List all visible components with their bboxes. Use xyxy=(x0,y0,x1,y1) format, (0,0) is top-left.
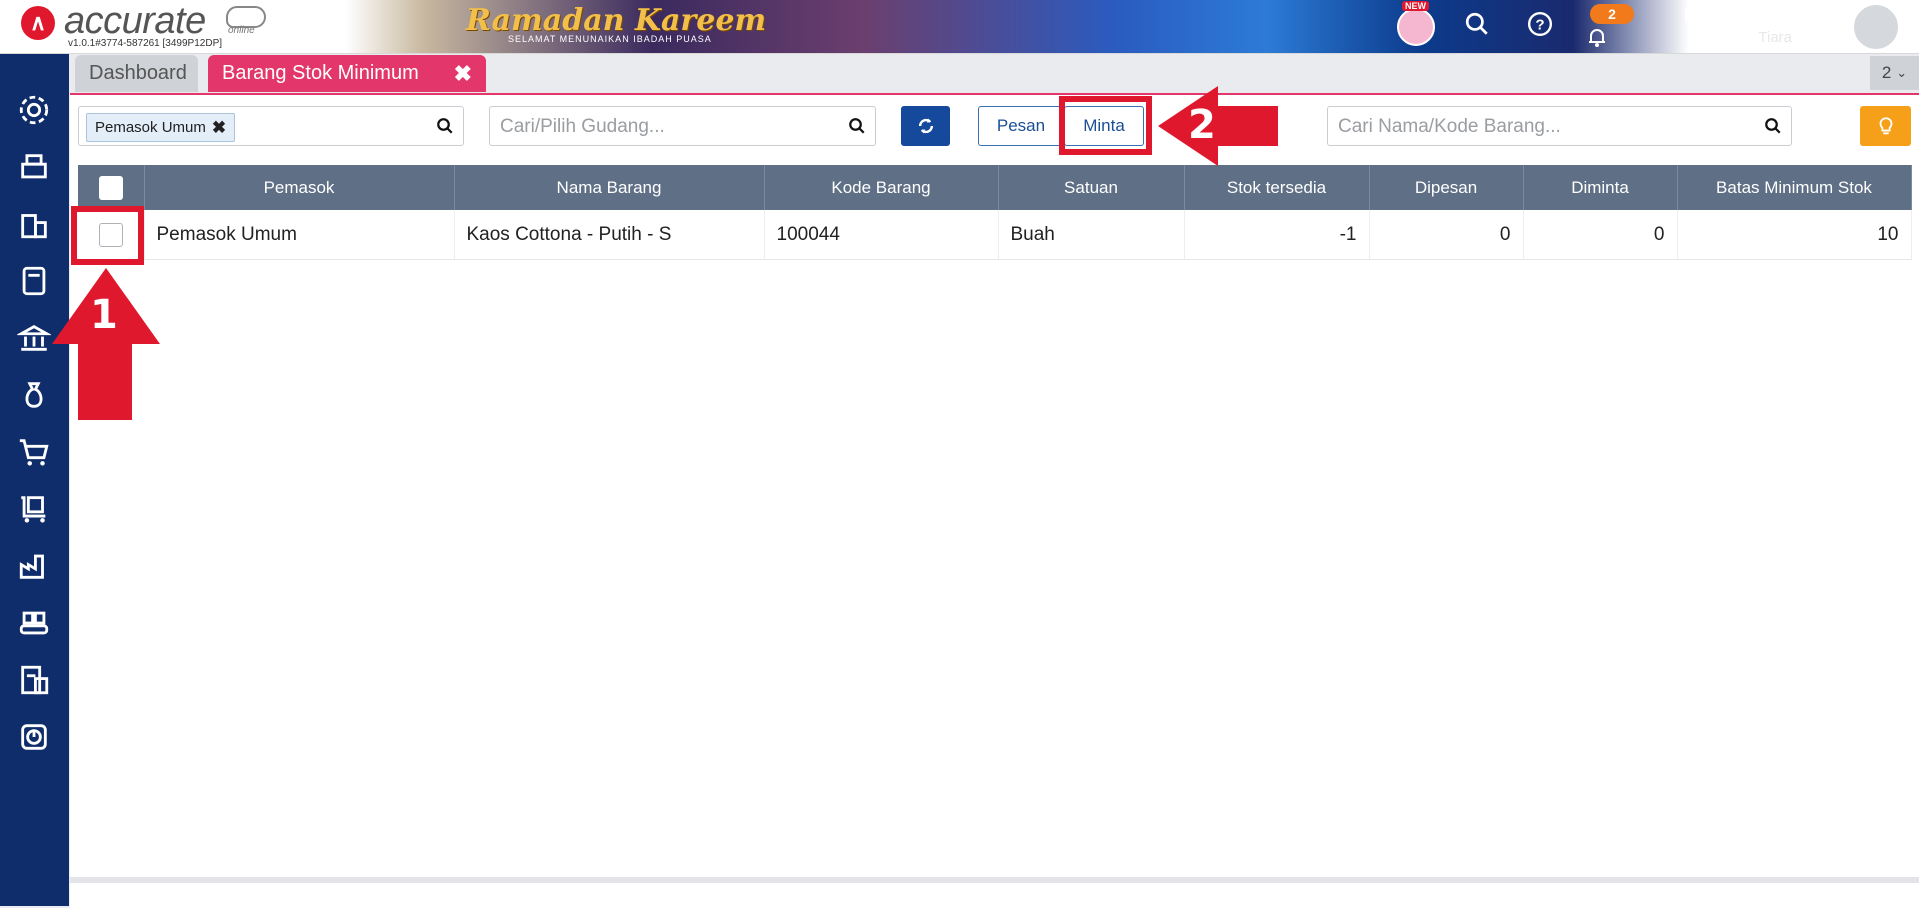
column-header[interactable]: Nama Barang xyxy=(454,165,765,210)
table-cell: Kaos Cottona - Putih - S xyxy=(454,210,765,260)
table-header-row: Pemasok Nama Barang Kode Barang Satuan S… xyxy=(78,165,1912,210)
banner-subtitle: SELAMAT MENUNAIKAN IBADAH PUASA xyxy=(508,34,712,44)
annotation-highlight-checkbox xyxy=(71,206,144,265)
printer-icon[interactable] xyxy=(14,147,54,187)
close-icon[interactable]: ✖ xyxy=(454,61,472,87)
table-cell: 100044 xyxy=(764,210,999,260)
search-icon[interactable] xyxy=(848,117,866,135)
annotation-step-2: 2 xyxy=(1188,102,1216,148)
svg-text:?: ? xyxy=(1535,16,1544,33)
column-header[interactable]: Stok tersedia xyxy=(1184,165,1370,210)
assistant-avatar-icon[interactable] xyxy=(1397,8,1435,46)
select-all-checkbox[interactable] xyxy=(98,175,123,200)
annotation-arrow-left-icon xyxy=(1158,86,1278,166)
help-icon[interactable]: ? xyxy=(1525,9,1555,39)
money-bag-icon[interactable] xyxy=(14,375,54,415)
bell-icon[interactable] xyxy=(1582,22,1612,52)
report-icon[interactable] xyxy=(14,717,54,757)
chevron-down-icon: ⌄ xyxy=(1896,65,1908,80)
item-search-input[interactable]: Cari Nama/Kode Barang... xyxy=(1327,106,1792,146)
select-all-cell[interactable] xyxy=(78,165,145,210)
supplier-filter-input[interactable]: Pemasok Umum ✖ xyxy=(78,106,464,146)
user-name: Tiara xyxy=(1758,29,1792,46)
tax-icon[interactable] xyxy=(14,660,54,700)
settings-icon[interactable] xyxy=(14,90,54,130)
new-badge: NEW xyxy=(1402,1,1429,11)
top-header: ∧ accurate online v1.0.1#3774-587261 [34… xyxy=(0,0,1919,54)
horizontal-scrollbar[interactable] xyxy=(70,877,1919,883)
conveyor-icon[interactable] xyxy=(14,603,54,643)
warehouse-search-input[interactable]: Cari/Pilih Gudang... xyxy=(489,106,876,146)
table-row[interactable]: Pemasok Umum Kaos Cottona - Putih - S 10… xyxy=(78,210,1912,260)
column-header[interactable]: Pemasok xyxy=(144,165,455,210)
table-cell: 0 xyxy=(1523,210,1678,260)
table-cell: 10 xyxy=(1677,210,1912,260)
bank-icon[interactable] xyxy=(14,318,54,358)
factory-icon[interactable] xyxy=(14,546,54,586)
remove-chip-icon[interactable]: ✖ xyxy=(212,118,226,138)
refresh-icon xyxy=(918,118,933,134)
pesan-button[interactable]: Pesan xyxy=(978,106,1064,146)
search-icon[interactable] xyxy=(1462,9,1492,39)
column-header[interactable]: Satuan xyxy=(998,165,1185,210)
book-icon[interactable] xyxy=(14,261,54,301)
banner-title: Ramadan Kareem xyxy=(466,3,767,38)
shop-cart-icon[interactable] xyxy=(14,489,54,529)
chevron-down-icon[interactable]: ▾ xyxy=(1903,16,1909,30)
column-header[interactable]: Dipesan xyxy=(1369,165,1524,210)
building-icon[interactable] xyxy=(14,204,54,244)
main-panel: Pemasok Umum ✖ Cari/Pilih Gudang... Pesa… xyxy=(70,93,1919,908)
lightbulb-icon xyxy=(1879,117,1892,135)
warehouse-placeholder: Cari/Pilih Gudang... xyxy=(500,116,665,137)
logo-subtext: online xyxy=(228,25,255,36)
refresh-button[interactable] xyxy=(901,106,950,146)
user-avatar[interactable] xyxy=(1852,3,1900,51)
minimum-stock-table: Pemasok Nama Barang Kode Barang Satuan S… xyxy=(78,165,1912,260)
table-cell: Pemasok Umum xyxy=(144,210,455,260)
tips-button[interactable] xyxy=(1860,106,1911,146)
notification-count-badge: 2 xyxy=(1590,4,1634,24)
company-name[interactable]: Fifi Fashion xyxy=(1683,4,1792,28)
supplier-chip-label: Pemasok Umum xyxy=(95,119,206,136)
column-header[interactable]: Kode Barang xyxy=(764,165,999,210)
tab-label: Dashboard xyxy=(89,62,187,84)
table-cell: -1 xyxy=(1184,210,1370,260)
tab-counter-value: 2 xyxy=(1881,63,1892,82)
tab-counter-dropdown[interactable]: 2 ⌄ xyxy=(1870,56,1919,90)
item-search-placeholder: Cari Nama/Kode Barang... xyxy=(1338,116,1561,137)
table-cell: 0 xyxy=(1369,210,1524,260)
cart-icon[interactable] xyxy=(14,432,54,472)
annotation-highlight-minta xyxy=(1059,96,1152,155)
column-header[interactable]: Batas Minimum Stok xyxy=(1677,165,1912,210)
column-header[interactable]: Diminta xyxy=(1523,165,1678,210)
sidebar xyxy=(0,54,69,906)
table-cell: Buah xyxy=(998,210,1185,260)
logo-text: accurate xyxy=(64,0,206,42)
search-icon[interactable] xyxy=(1764,117,1782,135)
annotation-step-1: 1 xyxy=(90,292,118,338)
version-label: v1.0.1#3774-587261 [3499P12DP] xyxy=(68,38,223,49)
annotation-arrow-up-icon xyxy=(52,268,160,420)
tab-label: Barang Stok Minimum xyxy=(222,62,419,84)
search-icon[interactable] xyxy=(436,117,454,135)
tab-barang-stok-minimum[interactable]: Barang Stok Minimum ✖ xyxy=(208,55,486,92)
supplier-chip: Pemasok Umum ✖ xyxy=(86,113,236,142)
accurate-logo-icon[interactable]: ∧ xyxy=(21,6,55,40)
tab-dashboard[interactable]: Dashboard xyxy=(75,55,198,92)
